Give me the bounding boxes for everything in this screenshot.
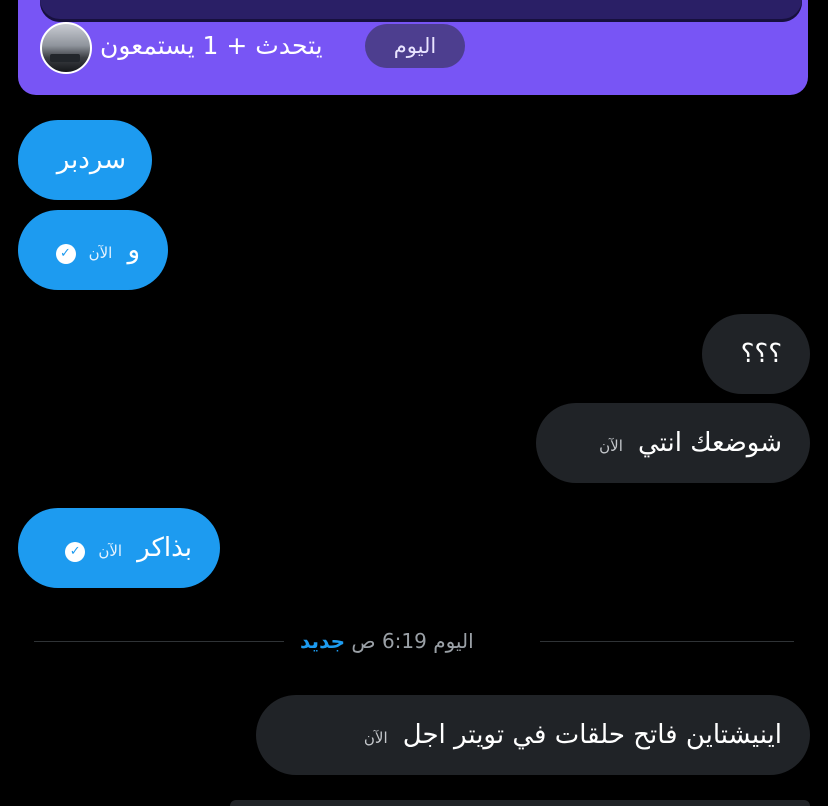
host-avatar[interactable] <box>40 22 92 74</box>
next-message-edge <box>230 800 810 806</box>
message-time: الآن <box>599 437 623 455</box>
received-message-bubble[interactable]: اينيشتاين فاتح حلقات في تويتر اجل الآن <box>256 695 810 775</box>
message-text: شوضعك انتي <box>638 428 782 458</box>
message-text: و <box>127 235 140 265</box>
space-card-header <box>40 0 802 22</box>
message-time: الآن <box>98 542 123 560</box>
message-time: الآن <box>88 244 113 262</box>
received-message-bubble[interactable]: شوضعك انتي الآن <box>536 403 810 483</box>
date-divider: اليوم 6:19 ص جديد <box>300 626 474 656</box>
sent-message-bubble[interactable]: و الآن ✓ <box>18 210 168 290</box>
space-listeners-text: يتحدث + 1 يستمعون <box>100 31 323 60</box>
divider-day: اليوم <box>433 629 474 653</box>
check-circle-icon: ✓ <box>65 541 86 562</box>
space-day-pill: اليوم <box>365 24 465 68</box>
message-time: الآن <box>363 729 388 747</box>
divider-line-left <box>34 641 284 642</box>
message-text: اينيشتاين فاتح حلقات في تويتر اجل <box>402 720 782 750</box>
divider-line-right <box>540 641 794 642</box>
sent-message-bubble[interactable]: بذاكر الآن ✓ <box>18 508 220 588</box>
check-circle-icon: ✓ <box>55 243 76 264</box>
message-text: بذاكر <box>137 533 192 563</box>
message-text: سردبر <box>56 145 126 175</box>
received-message-bubble[interactable]: ؟؟؟ <box>702 314 810 394</box>
new-messages-label: جديد <box>300 629 346 653</box>
message-text: ؟؟؟ <box>740 339 782 369</box>
sent-message-bubble[interactable]: سردبر <box>18 120 152 200</box>
divider-time: 6:19 ص <box>351 629 427 653</box>
